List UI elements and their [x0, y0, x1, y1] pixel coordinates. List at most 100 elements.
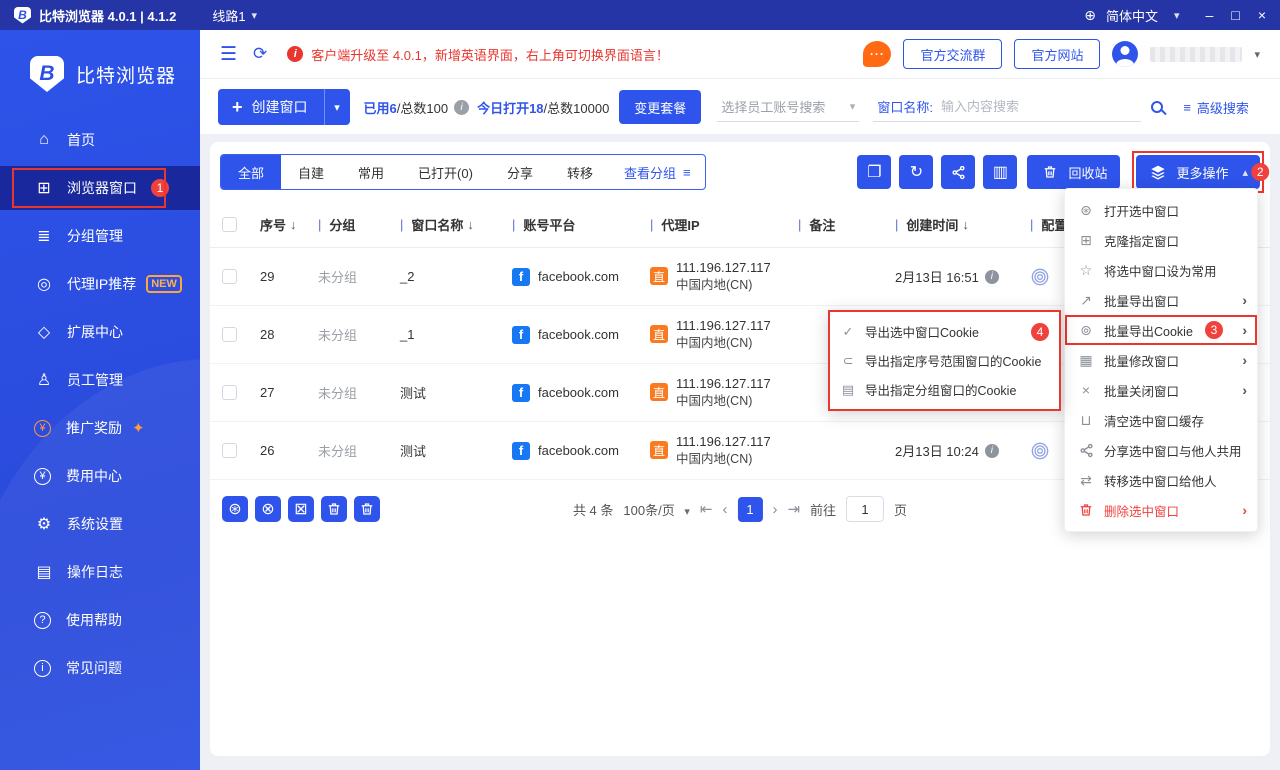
menu-item-batch-close-window[interactable]: × 批量关闭窗口 ›	[1065, 375, 1257, 405]
select-all-checkbox[interactable]	[222, 216, 237, 232]
tab-自建[interactable]: 自建	[281, 155, 341, 189]
sidebar-item-extension-center[interactable]: ◇ 扩展中心	[0, 310, 200, 354]
recycle-bin-button[interactable]: 回收站	[1027, 155, 1121, 189]
page-size-select[interactable]: 100条/页 ▾	[623, 500, 689, 519]
time-info-icon[interactable]: i	[984, 443, 999, 458]
advanced-search[interactable]: ≡ 高级搜索	[1183, 98, 1249, 117]
sidebar-item-faq[interactable]: i 常见问题	[0, 646, 200, 690]
recycle-selected-button[interactable]	[321, 496, 347, 522]
tab-已打开(0)[interactable]: 已打开(0)	[401, 155, 490, 189]
row-checkbox[interactable]	[222, 269, 237, 284]
next-page-button[interactable]: ›	[772, 501, 777, 518]
sidebar-item-billing[interactable]: ¥ 费用中心	[0, 454, 200, 498]
menu-item-set-common[interactable]: ☆ 将选中窗口设为常用	[1065, 255, 1257, 285]
column-header-备注[interactable]: | 备注	[798, 215, 895, 234]
column-header-分组[interactable]: | 分组	[318, 215, 400, 234]
window-name-input[interactable]	[940, 99, 1138, 114]
current-page[interactable]: 1	[737, 496, 763, 522]
sidebar-item-proxy-ip[interactable]: ◎ 代理IP推荐 NEW	[0, 262, 200, 306]
menu-item-delete-window[interactable]: 删除选中窗口 ›	[1065, 495, 1257, 525]
menu-item-batch-modify-window[interactable]: ▦ 批量修改窗口 ›	[1065, 345, 1257, 375]
employee-account-select[interactable]: 选择员工账号搜索 ▾	[717, 92, 860, 122]
column-header-窗口名称[interactable]: | 窗口名称 ↓	[400, 215, 512, 234]
line-selector[interactable]: 线路1	[212, 6, 245, 25]
menu-item-open-selected-window[interactable]: ⊛ 打开选中窗口	[1065, 195, 1257, 225]
row-checkbox[interactable]	[222, 443, 237, 458]
batch-open-selected-button[interactable]: ⊛	[222, 496, 248, 522]
sidebar-item-help[interactable]: ? 使用帮助	[0, 598, 200, 642]
sort-icon[interactable]: ↓	[467, 217, 474, 232]
official-site-button[interactable]: 官方网站	[1014, 39, 1101, 69]
last-page-button[interactable]: ⇥	[787, 500, 800, 518]
fingerprint-icon[interactable]	[1030, 441, 1050, 461]
line-caret-icon[interactable]: ▾	[252, 9, 258, 22]
extension-center-icon: ◇	[37, 324, 51, 341]
goto-page-input[interactable]	[846, 496, 885, 522]
sort-icon[interactable]: ↓	[290, 217, 297, 232]
maximize-button[interactable]: □	[1231, 7, 1239, 23]
sidebar-item-home[interactable]: ⌂ 首页	[0, 118, 200, 162]
fingerprint-icon[interactable]	[1030, 267, 1050, 287]
close-button[interactable]: ×	[1258, 7, 1266, 23]
sidebar-item-promotion[interactable]: ¥ 推广奖励 ✦	[0, 406, 200, 450]
more-actions-button[interactable]: 更多操作 ▴	[1136, 155, 1260, 189]
time-info-icon[interactable]: i	[984, 269, 999, 284]
sidebar-item-browser-windows[interactable]: ⊞ 浏览器窗口 1	[0, 166, 200, 210]
create-window-caret[interactable]: ▾	[323, 89, 350, 125]
account-caret-icon[interactable]: ▾	[1254, 48, 1260, 61]
list-view-button[interactable]: ▥	[983, 155, 1018, 189]
row-checkbox[interactable]	[222, 327, 237, 342]
official-group-button[interactable]: 官方交流群	[903, 39, 1003, 69]
sort-icon[interactable]: ↓	[962, 217, 969, 232]
change-plan-button[interactable]: 变更套餐	[619, 90, 702, 124]
sidebar-item-group-manage[interactable]: ≣ 分组管理	[0, 214, 200, 258]
row-checkbox-cell	[222, 385, 260, 400]
share-windows-button[interactable]	[941, 155, 976, 189]
refresh-icon[interactable]: ⟳	[253, 44, 267, 64]
row-checkbox[interactable]	[222, 385, 237, 400]
batch-modify-window-icon: ▦	[1079, 351, 1093, 368]
tab-转移[interactable]: 转移	[550, 155, 610, 189]
batch-open-windows-button[interactable]: ❐	[857, 155, 892, 189]
column-header-序号[interactable]: 序号 ↓	[260, 215, 318, 234]
menu-item-share-window[interactable]: 分享选中窗口与他人共用	[1065, 435, 1257, 465]
menu-item-clear-cache[interactable]: ⊔ 清空选中窗口缓存	[1065, 405, 1257, 435]
search-icon[interactable]	[1151, 101, 1164, 113]
minimize-button[interactable]: –	[1206, 7, 1214, 23]
submenu-item-export-selected-cookie[interactable]: ✓ 导出选中窗口Cookie 4	[830, 317, 1059, 346]
tab-分享[interactable]: 分享	[490, 155, 550, 189]
prev-page-button[interactable]: ‹	[722, 501, 727, 518]
tab-全部[interactable]: 全部	[221, 155, 282, 189]
username-redacted	[1150, 46, 1243, 62]
refresh-list-button[interactable]: ↻	[899, 155, 934, 189]
view-group-button[interactable]: 查看分组 ≡	[610, 155, 705, 189]
support-chat-icon[interactable]	[863, 41, 892, 67]
sidebar-item-system-settings[interactable]: ⚙ 系统设置	[0, 502, 200, 546]
menu-item-transfer-window[interactable]: ⇄ 转移选中窗口给他人	[1065, 465, 1257, 495]
submenu-item-export-group-cookie[interactable]: ▤ 导出指定分组窗口的Cookie	[830, 375, 1059, 404]
menu-item-label: 分享选中窗口与他人共用	[1104, 444, 1242, 459]
platform-name: facebook.com	[538, 443, 619, 458]
column-header-代理IP[interactable]: | 代理IP	[650, 215, 798, 234]
sidebar-item-operation-log[interactable]: ▤ 操作日志	[0, 550, 200, 594]
column-header-账号平台[interactable]: | 账号平台	[512, 215, 650, 234]
menu-item-batch-export-window[interactable]: ↗ 批量导出窗口 ›	[1065, 285, 1257, 315]
create-window-button[interactable]: + 创建窗口 ▾	[218, 89, 350, 125]
submenu-item-export-range-cookie[interactable]: ⊂ 导出指定序号范围窗口的Cookie	[830, 346, 1059, 375]
usage-info-icon[interactable]: i	[454, 99, 470, 115]
avatar[interactable]	[1112, 41, 1139, 67]
proxy-location: 中国内地(CN)	[676, 393, 753, 408]
new-badge: NEW	[146, 275, 182, 293]
delete-selected-button[interactable]	[354, 496, 380, 522]
language-caret-icon[interactable]: ▾	[1174, 9, 1180, 22]
column-header-创建时间[interactable]: | 创建时间 ↓	[895, 215, 1030, 234]
close-all-button[interactable]: ⊠	[288, 496, 314, 522]
menu-item-clone-window[interactable]: ⊞ 克隆指定窗口	[1065, 225, 1257, 255]
first-page-button[interactable]: ⇤	[700, 500, 713, 518]
tab-常用[interactable]: 常用	[341, 155, 401, 189]
language-selector[interactable]: 简体中文	[1106, 6, 1158, 25]
menu-item-batch-export-cookie[interactable]: ⊚ 批量导出Cookie 3 ›	[1065, 315, 1257, 345]
close-selected-button[interactable]: ⊗	[255, 496, 281, 522]
collapse-sidebar-icon[interactable]: ☰	[220, 43, 237, 66]
sidebar-item-staff-manage[interactable]: ♙ 员工管理	[0, 358, 200, 402]
